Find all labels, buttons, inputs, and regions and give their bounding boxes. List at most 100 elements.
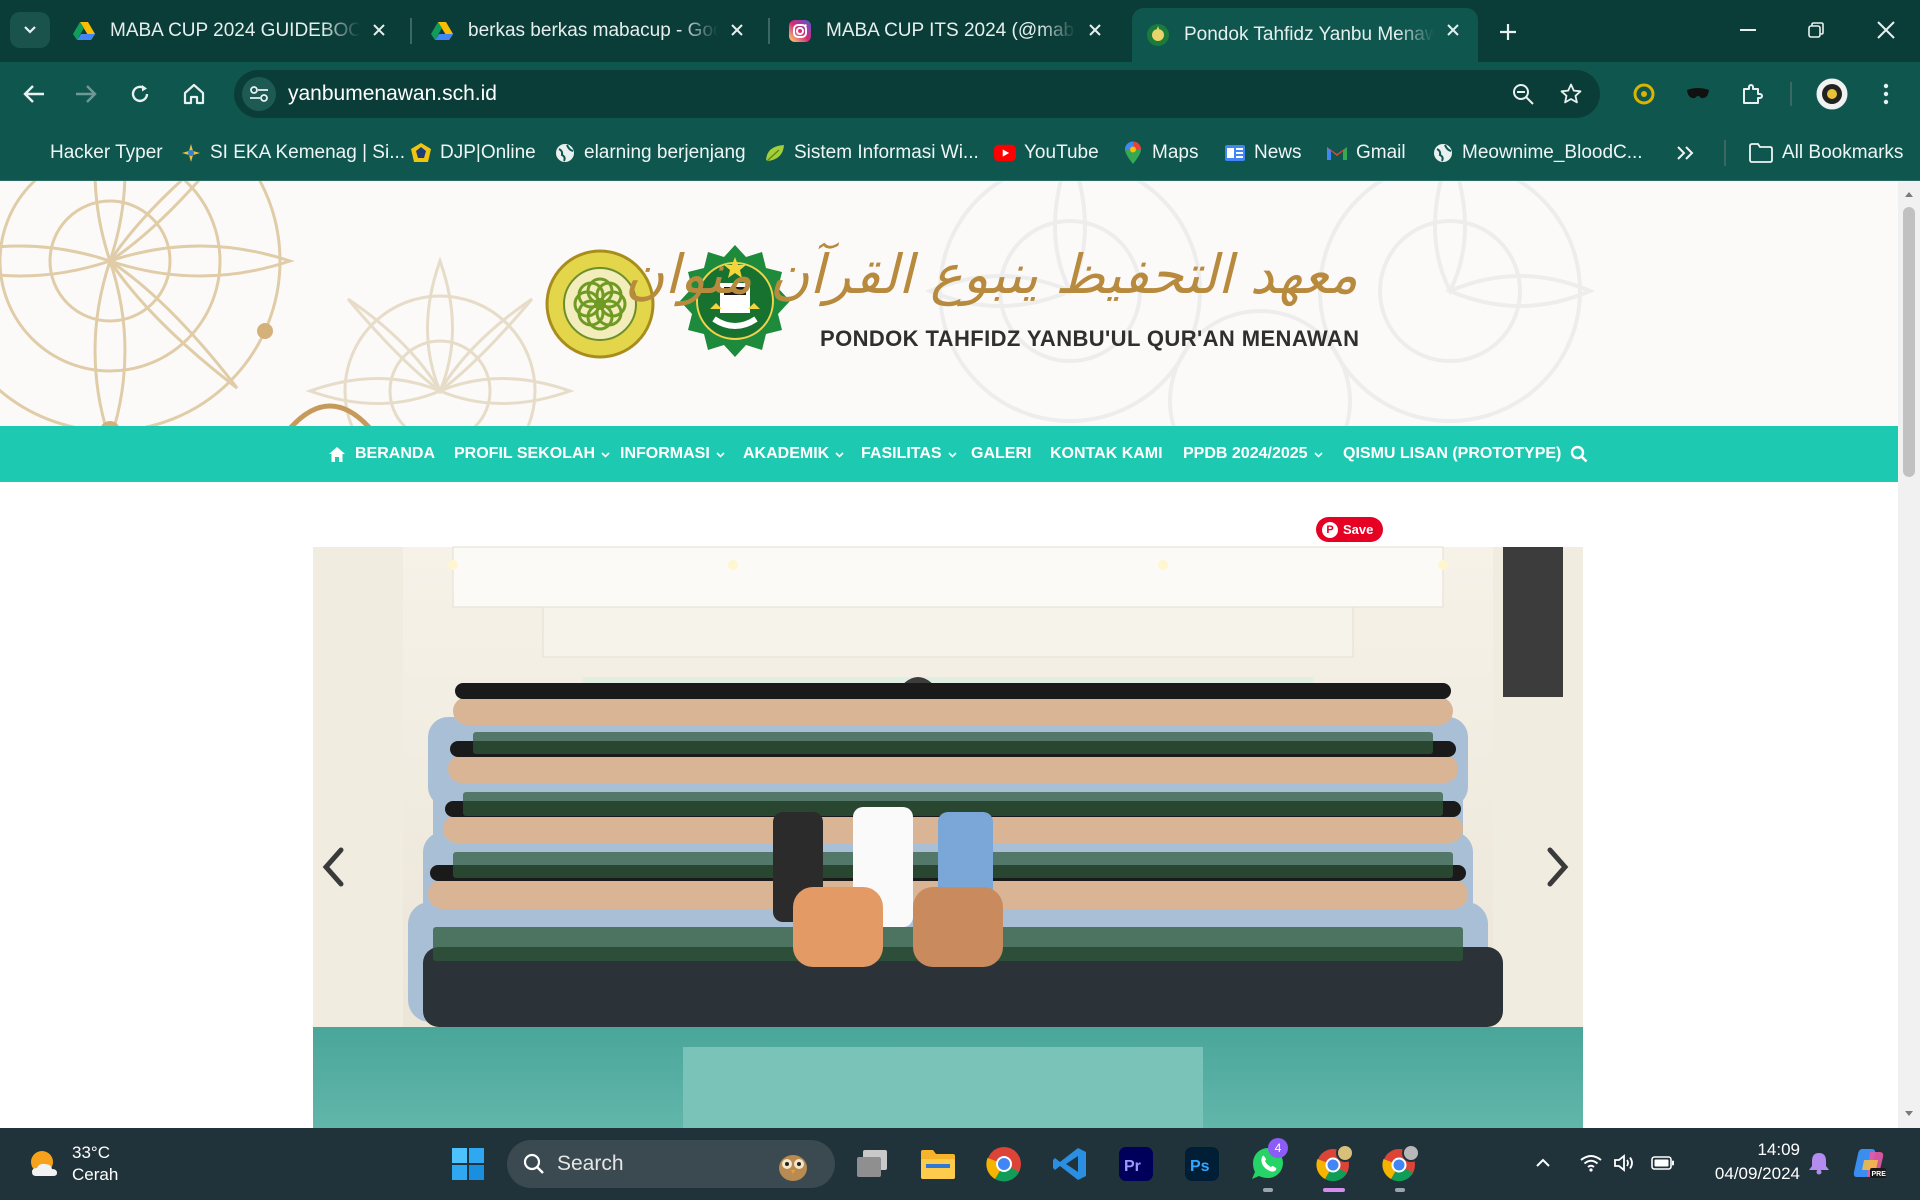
tab-maba-guidebook[interactable]: MABA CUP 2024 GUIDEBOOK - Google Drive: [58, 8, 404, 54]
wifi-status[interactable]: [1574, 1146, 1608, 1180]
site-header: معهد التحفيظ ينبوع القرآن منوان PONDOK T…: [0, 181, 1898, 426]
scroll-up-icon[interactable]: [1904, 189, 1914, 199]
bookmark-item[interactable]: Maps: [1122, 136, 1198, 170]
graduation-group-photo: [313, 507, 1583, 1128]
extension-button[interactable]: [1678, 74, 1718, 114]
back-arrow-icon: [23, 85, 44, 103]
bookmark-item[interactable]: Hacker Typer: [50, 136, 163, 170]
address-bar[interactable]: yanbumenawan.sch.id: [234, 70, 1600, 118]
system-clock[interactable]: 14:09 04/09/2024: [1700, 1138, 1800, 1186]
reload-button[interactable]: [120, 74, 160, 114]
pinterest-save-button[interactable]: P Save: [1316, 517, 1384, 542]
nav-qismu-lisan[interactable]: QISMU LISAN (PROTOTYPE): [1343, 426, 1561, 482]
weather-temp: 33°C: [72, 1143, 110, 1162]
running-indicator: [1323, 1188, 1345, 1192]
taskbar-premiere[interactable]: Pr: [1112, 1140, 1160, 1188]
bookmark-label: Sistem Informasi Wi...: [794, 142, 979, 163]
nav-label: FASILITAS: [861, 445, 942, 462]
volume-control[interactable]: [1608, 1146, 1642, 1180]
taskbar-whatsapp[interactable]: 4: [1244, 1138, 1292, 1192]
bookmark-star-button[interactable]: [1554, 77, 1588, 111]
tab-search-button[interactable]: [10, 12, 50, 48]
bookmark-label: Meownime_BloodC...: [1462, 142, 1643, 163]
extension-button[interactable]: [1624, 74, 1664, 114]
taskbar-vscode[interactable]: [1046, 1140, 1094, 1188]
new-tab-button[interactable]: [1490, 14, 1526, 50]
nav-akademik[interactable]: AKADEMIK: [743, 426, 844, 482]
show-hidden-icons-button[interactable]: [1526, 1146, 1560, 1180]
gmail-icon: [1326, 142, 1348, 164]
taskbar-file-explorer[interactable]: [914, 1140, 962, 1188]
bookmark-item[interactable]: Meownime_BloodC...: [1432, 136, 1643, 170]
nav-label: QISMU LISAN (PROTOTYPE): [1343, 445, 1562, 462]
copilot-icon: PRE: [1853, 1149, 1886, 1178]
minimize-button[interactable]: [1726, 12, 1770, 48]
bookmark-item[interactable]: Gmail: [1326, 136, 1406, 170]
nav-fasilitas[interactable]: FASILITAS: [861, 426, 957, 482]
owl-search-highlight-icon: [779, 1155, 807, 1181]
tab-mabacup-instagram[interactable]: MABA CUP ITS 2024 (@mabacup): [774, 8, 1120, 54]
restore-button[interactable]: [1794, 12, 1838, 48]
nav-search-button[interactable]: [1570, 426, 1588, 482]
profile-button[interactable]: [1812, 74, 1852, 114]
nav-label: GALERI: [971, 445, 1032, 462]
weather-widget[interactable]: 33°C Cerah: [26, 1140, 118, 1188]
bookmark-item[interactable]: News: [1224, 136, 1302, 170]
close-icon[interactable]: [1442, 19, 1464, 41]
zoom-button[interactable]: [1506, 77, 1540, 111]
bookmark-item[interactable]: elarning berjenjang: [554, 136, 746, 170]
task-view-button[interactable]: [848, 1140, 896, 1188]
bookmark-item[interactable]: SI EKA Kemenag | Si...: [180, 136, 405, 170]
close-icon[interactable]: [726, 19, 748, 41]
toolbar-divider: [1790, 82, 1792, 106]
nav-ppdb[interactable]: PPDB 2024/2025: [1183, 426, 1323, 482]
copilot-button[interactable]: PRE: [1852, 1146, 1886, 1180]
bookmark-item[interactable]: DJP|Online: [410, 136, 536, 170]
search-label: Search: [557, 1152, 624, 1175]
forward-button[interactable]: [66, 74, 106, 114]
back-button[interactable]: [14, 74, 54, 114]
chrome-icon: [986, 1147, 1021, 1182]
start-button[interactable]: [444, 1140, 492, 1188]
close-icon[interactable]: [1084, 19, 1106, 41]
bookmarks-divider: [1724, 140, 1726, 166]
scroll-down-icon[interactable]: [1904, 1109, 1914, 1119]
more-bookmarks-button[interactable]: [1676, 136, 1694, 170]
taskbar-chrome-profile[interactable]: [1310, 1140, 1358, 1192]
nav-informasi[interactable]: INFORMASI: [620, 426, 725, 482]
slider-prev-button[interactable]: [313, 837, 353, 897]
bookmark-item[interactable]: YouTube: [994, 136, 1099, 170]
taskbar-search[interactable]: Search: [507, 1140, 835, 1188]
chrome-profile-icon: [1316, 1144, 1354, 1182]
bookmark-item[interactable]: Sistem Informasi Wi...: [764, 136, 979, 170]
hero-slider[interactable]: [313, 507, 1583, 1128]
chevron-down-icon: [948, 451, 957, 458]
close-window-button[interactable]: [1864, 12, 1908, 48]
page-scrollbar[interactable]: [1898, 181, 1920, 1128]
all-bookmarks-button[interactable]: All Bookmarks: [1748, 136, 1903, 170]
taskbar-chrome-profile-2[interactable]: [1376, 1140, 1424, 1192]
weather-desc: Cerah: [72, 1165, 119, 1184]
scrollbar-thumb[interactable]: [1903, 207, 1915, 477]
tab-berkas-mabacup[interactable]: berkas berkas mabacup - Google Drive: [416, 8, 762, 54]
nav-beranda[interactable]: BERANDA: [329, 426, 435, 482]
browser-menu-button[interactable]: [1866, 74, 1906, 114]
tab-pondok-tahfidz[interactable]: Pondok Tahfidz Yanbu Menawan: [1132, 8, 1478, 62]
nav-kontak-kami[interactable]: KONTAK KAMI: [1050, 426, 1163, 482]
slider-next-button[interactable]: [1538, 837, 1578, 897]
nav-profil-sekolah[interactable]: PROFIL SEKOLAH: [454, 426, 610, 482]
nav-label: PPDB 2024/2025: [1183, 445, 1308, 462]
nav-label: INFORMASI: [620, 445, 710, 462]
star-icon: [1560, 83, 1582, 104]
battery-status[interactable]: [1646, 1146, 1680, 1180]
chevron-down-icon: [1313, 451, 1323, 458]
taskbar-chrome[interactable]: [980, 1140, 1028, 1188]
nav-galeri[interactable]: GALERI: [971, 426, 1031, 482]
close-icon[interactable]: [368, 19, 390, 41]
notifications-button[interactable]: [1802, 1146, 1836, 1180]
taskbar-photoshop[interactable]: Ps: [1178, 1140, 1226, 1188]
extensions-menu-button[interactable]: [1732, 74, 1772, 114]
site-info-button[interactable]: [242, 77, 276, 111]
tab-divider: [768, 18, 770, 44]
home-button[interactable]: [174, 74, 214, 114]
